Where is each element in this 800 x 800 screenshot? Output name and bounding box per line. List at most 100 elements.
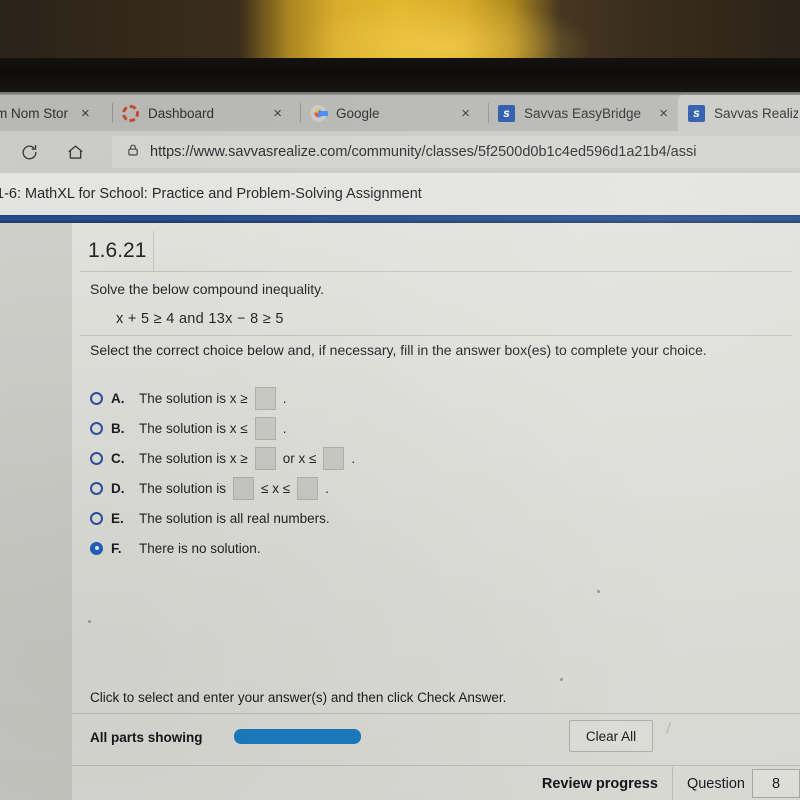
address-bar[interactable]: https://www.savvasrealize.com/community/… bbox=[112, 136, 800, 168]
question-number-input[interactable]: 8 bbox=[752, 769, 800, 798]
browser-tab-4[interactable]: s Savvas Realize bbox=[678, 95, 800, 131]
review-progress-button[interactable]: Review progress bbox=[542, 776, 658, 792]
dust-speck bbox=[597, 590, 600, 593]
tab-title: Dashboard bbox=[148, 105, 215, 121]
dust-speck bbox=[560, 678, 563, 681]
browser-tab-strip: m Nom Stor × Dashboard × Google × s Savv… bbox=[0, 95, 800, 131]
choice-text-mid: or x ≤ bbox=[282, 450, 317, 466]
tab-divider bbox=[300, 103, 301, 123]
choice-letter: F. bbox=[111, 540, 122, 556]
address-bar-url: https://www.savvasrealize.com/community/… bbox=[150, 144, 697, 160]
dashboard-icon bbox=[122, 104, 139, 122]
question-card: 1.6.21 Solve the below compound inequali… bbox=[72, 223, 800, 800]
google-icon bbox=[310, 104, 328, 122]
glare-streak bbox=[666, 722, 671, 734]
browser-tab-1[interactable]: Dashboard × bbox=[112, 95, 292, 131]
radio-b[interactable] bbox=[90, 421, 103, 435]
divider bbox=[671, 766, 673, 800]
choice-text-post: . bbox=[282, 390, 287, 406]
dust-speck bbox=[88, 620, 91, 623]
divider bbox=[80, 271, 792, 272]
assignment-bottom-bar: Review progress Question 8 bbox=[72, 765, 800, 800]
question-number: 1.6.21 bbox=[80, 231, 154, 271]
question-prompt: Solve the below compound inequality. bbox=[90, 281, 325, 297]
browser-toolbar: https://www.savvasrealize.com/community/… bbox=[0, 131, 800, 173]
ambient-glow bbox=[300, 0, 590, 58]
answer-choice-list: A. The solution is x ≥ . B. The solution… bbox=[90, 383, 690, 563]
choice-text-post: . bbox=[351, 450, 356, 466]
choice-text-pre: The solution is x ≥ bbox=[139, 390, 248, 406]
lock-icon bbox=[126, 142, 140, 163]
tab-divider bbox=[488, 103, 489, 123]
browser-tab-0[interactable]: m Nom Stor × bbox=[0, 95, 112, 131]
radio-e[interactable] bbox=[90, 511, 103, 525]
choice-letter: B. bbox=[111, 420, 125, 436]
left-rail bbox=[0, 223, 72, 800]
question-expression: x + 5 ≥ 4 and 13x − 8 ≥ 5 bbox=[116, 311, 284, 327]
radio-d[interactable] bbox=[90, 481, 103, 495]
browser-tab-2[interactable]: Google × bbox=[300, 95, 480, 131]
screenshot-root: m Nom Stor × Dashboard × Google × s Savv… bbox=[0, 0, 800, 800]
question-footer: All parts showing Clear All bbox=[72, 713, 800, 766]
choice-letter: D. bbox=[111, 480, 125, 496]
browser-tab-3[interactable]: s Savvas EasyBridge × bbox=[488, 95, 678, 131]
tab-title: Google bbox=[336, 105, 380, 121]
radio-f[interactable] bbox=[90, 541, 103, 555]
tab-close-icon[interactable]: × bbox=[81, 105, 90, 122]
choice-letter: A. bbox=[111, 390, 125, 406]
tab-title: m Nom Stor bbox=[0, 105, 69, 121]
answer-box[interactable] bbox=[323, 446, 345, 470]
app-body: 1.6.21 Solve the below compound inequali… bbox=[0, 223, 800, 800]
answer-box[interactable] bbox=[254, 386, 276, 410]
answer-choice-c[interactable]: C. The solution is x ≥ or x ≤ . bbox=[90, 443, 690, 473]
clear-all-button[interactable]: Clear All bbox=[569, 720, 653, 752]
choice-text: The solution is x ≥ or x ≤ . bbox=[139, 446, 356, 470]
tab-title: Savvas EasyBridge bbox=[524, 105, 642, 121]
answer-box[interactable] bbox=[254, 446, 276, 470]
choice-text: There is no solution. bbox=[139, 541, 261, 556]
answer-box[interactable] bbox=[297, 476, 319, 500]
assignment-title: 1-6: MathXL for School: Practice and Pro… bbox=[0, 186, 422, 202]
savvas-icon: s bbox=[498, 104, 515, 122]
choice-letter: C. bbox=[111, 450, 125, 466]
answer-box[interactable] bbox=[233, 476, 255, 500]
choice-text: The solution is ≤ x ≤ . bbox=[139, 476, 329, 500]
choice-text-post: . bbox=[282, 420, 287, 436]
choice-letter: E. bbox=[111, 510, 124, 526]
savvas-icon: s bbox=[688, 104, 705, 122]
tab-close-icon[interactable]: × bbox=[273, 105, 282, 122]
reload-icon[interactable] bbox=[12, 135, 46, 169]
question-instruction: Select the correct choice below and, if … bbox=[90, 342, 707, 358]
answer-choice-a[interactable]: A. The solution is x ≥ . bbox=[90, 383, 690, 413]
choice-text-post: . bbox=[325, 480, 329, 496]
tab-close-icon[interactable]: × bbox=[659, 105, 668, 122]
divider bbox=[80, 335, 792, 336]
radio-c[interactable] bbox=[90, 451, 103, 465]
answer-choice-f[interactable]: F. There is no solution. bbox=[90, 533, 690, 563]
answer-choice-b[interactable]: B. The solution is x ≤ . bbox=[90, 413, 690, 443]
choice-text-pre: The solution is all real numbers. bbox=[139, 510, 330, 526]
assignment-title-bar: 1-6: MathXL for School: Practice and Pro… bbox=[0, 173, 800, 215]
monitor-bezel bbox=[0, 58, 800, 94]
progress-bar bbox=[234, 729, 361, 744]
tab-close-icon[interactable]: × bbox=[461, 105, 470, 122]
choice-text: The solution is x ≤ . bbox=[139, 416, 287, 440]
choice-text: The solution is x ≥ . bbox=[139, 386, 287, 410]
choice-text-pre: The solution is bbox=[139, 480, 227, 496]
all-parts-label: All parts showing bbox=[90, 730, 203, 745]
accent-bar bbox=[0, 215, 800, 223]
answer-hint: Click to select and enter your answer(s)… bbox=[90, 690, 507, 705]
choice-text-mid: ≤ x ≤ bbox=[261, 480, 291, 496]
choice-text-pre: The solution is x ≤ bbox=[139, 420, 248, 436]
answer-choice-d[interactable]: D. The solution is ≤ x ≤ . bbox=[90, 473, 690, 503]
choice-text-pre: There is no solution. bbox=[139, 540, 261, 556]
radio-a[interactable] bbox=[90, 391, 103, 405]
answer-box[interactable] bbox=[254, 416, 276, 440]
tab-divider bbox=[112, 103, 113, 123]
question-nav-label: Question bbox=[686, 775, 745, 792]
answer-choice-e[interactable]: E. The solution is all real numbers. bbox=[90, 503, 690, 533]
tab-title: Savvas Realize bbox=[714, 105, 798, 121]
choice-text: The solution is all real numbers. bbox=[139, 511, 330, 526]
choice-text-pre: The solution is x ≥ bbox=[139, 450, 248, 466]
home-icon[interactable] bbox=[58, 135, 92, 169]
